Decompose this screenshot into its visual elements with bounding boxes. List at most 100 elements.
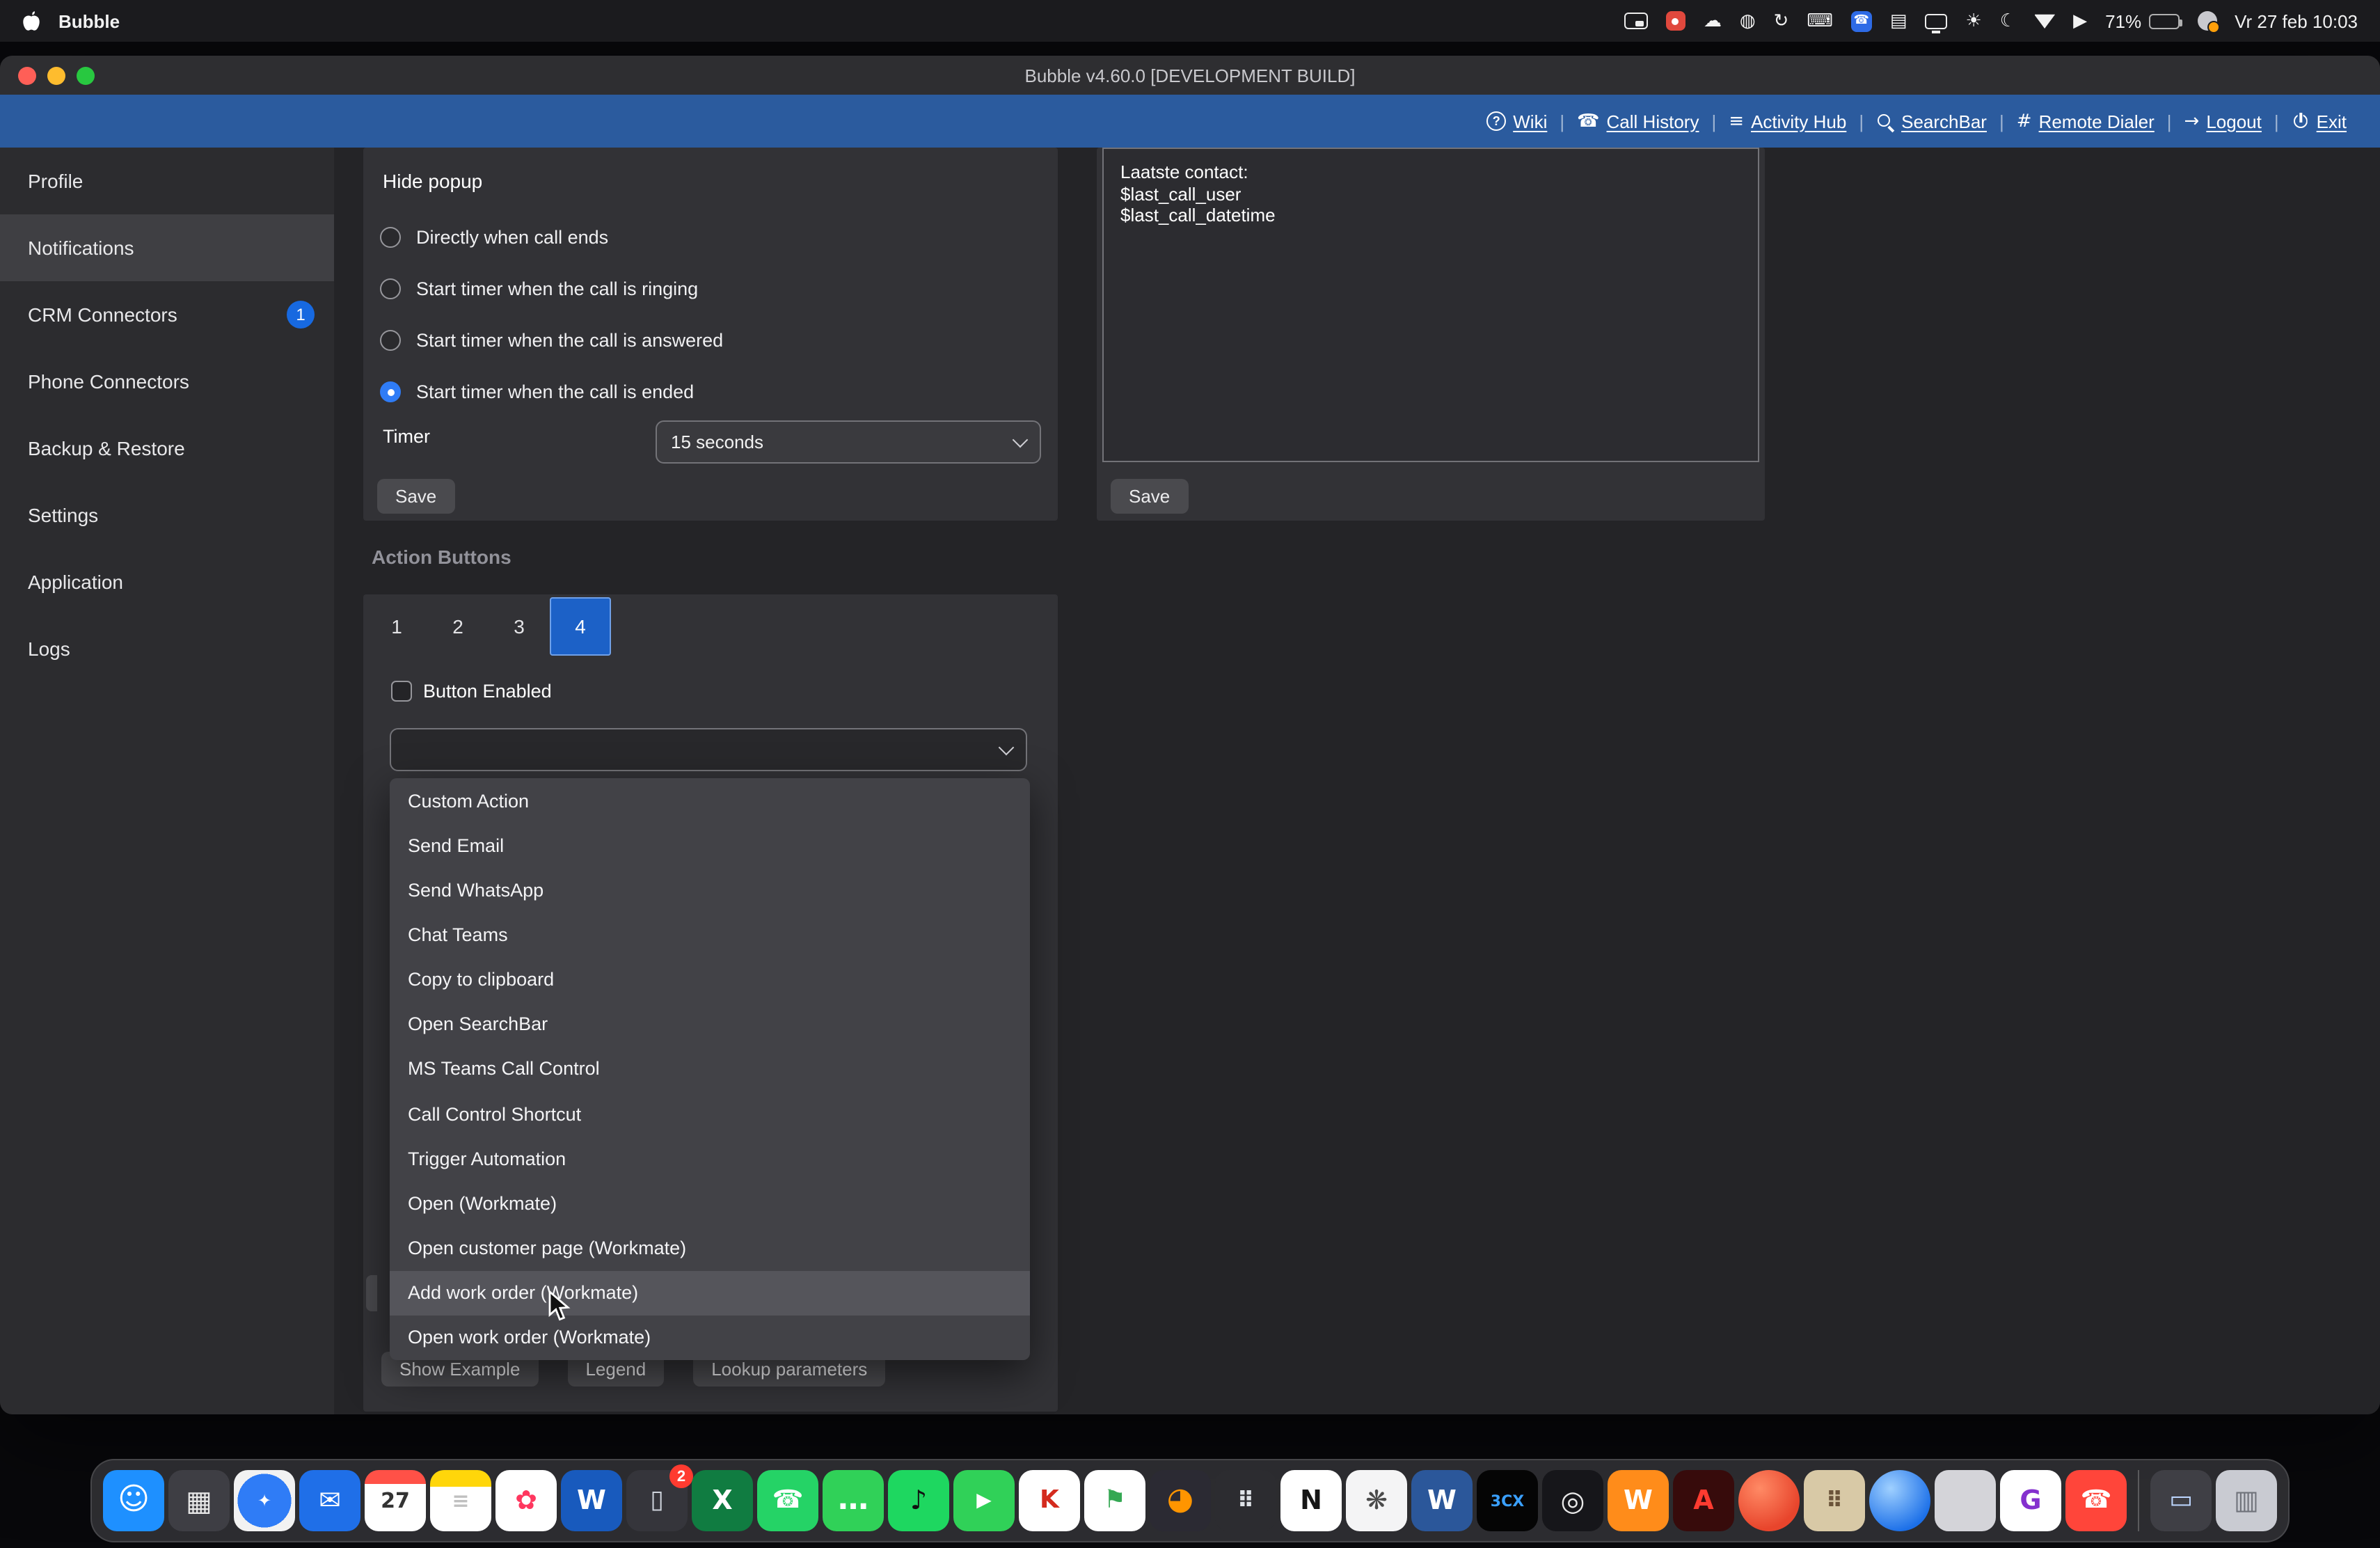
dropdown-menu-item[interactable]: Send WhatsApp [390, 868, 1030, 913]
contact-template-textarea[interactable]: Laatste contact:$last_call_user$last_cal… [1102, 148, 1759, 462]
dock-blank-tile[interactable] [1935, 1470, 1996, 1531]
sidebar-item-notifications[interactable]: Notifications [0, 214, 334, 281]
nav-call-history[interactable]: ☎ Call History [1577, 111, 1699, 132]
nav-activity-hub[interactable]: ≡ Activity Hub [1729, 111, 1846, 132]
keyboard-icon[interactable]: ⌨ [1807, 12, 1833, 30]
dropdown-menu-item[interactable]: MS Teams Call Control [390, 1047, 1030, 1091]
nav-wiki[interactable]: ? Wiki [1486, 111, 1547, 132]
dock-gemini[interactable]: G [2000, 1470, 2061, 1531]
brightness-icon[interactable]: ☀ [1965, 12, 1981, 30]
apple-menu-icon[interactable] [22, 10, 40, 32]
call-app-icon[interactable]: ☎ [1851, 10, 1872, 31]
display-icon[interactable] [1925, 13, 1947, 29]
dock-word-online[interactable]: W [1411, 1470, 1473, 1531]
dock-maps[interactable]: ⚑ [1084, 1470, 1145, 1531]
dock-firefox[interactable]: ◕ [1150, 1470, 1211, 1531]
dock-red-app[interactable] [1738, 1470, 1800, 1531]
onedrive-cloud-icon[interactable]: ☁ [1704, 12, 1722, 30]
sidebar-item-logs[interactable]: Logs [0, 615, 334, 682]
hide-popup-option[interactable]: Directly when call ends [380, 212, 723, 263]
dock-word[interactable]: W [561, 1470, 622, 1531]
dock-3cx[interactable]: 3CX [1477, 1470, 1538, 1531]
hide-popup-option[interactable]: Start timer when the call is ringing [380, 263, 723, 315]
now-playing-icon[interactable]: ▶ [2073, 12, 2087, 30]
sidebar-item-crm-connectors[interactable]: CRM Connectors 1 [0, 281, 334, 348]
sidebar-item-profile[interactable]: Profile [0, 148, 334, 214]
tab-4[interactable]: 4 [550, 597, 611, 656]
timer-select[interactable]: 15 seconds [656, 420, 1041, 464]
minimize-button[interactable] [47, 66, 65, 84]
dock-chatgpt[interactable]: ❋ [1346, 1470, 1407, 1531]
screen-mirroring-icon[interactable] [1624, 13, 1648, 29]
dock-finder[interactable]: ☺ [103, 1470, 164, 1531]
tab-1[interactable]: 1 [366, 597, 427, 656]
dropdown-menu-item[interactable]: Open work order (Workmate) [390, 1315, 1030, 1359]
dock-mail[interactable]: ✉ [299, 1470, 360, 1531]
hide-popup-option[interactable]: Start timer when the call is answered [380, 315, 723, 366]
dock-keypad[interactable]: ⠿ [1215, 1470, 1276, 1531]
wifi-icon[interactable] [2034, 13, 2055, 29]
button-enabled-row[interactable]: Button Enabled [391, 681, 552, 702]
action-type-select[interactable] [390, 728, 1027, 771]
dock-device-manager[interactable]: ▯ 2 [626, 1470, 688, 1531]
sidebar-item-application[interactable]: Application [0, 548, 334, 615]
contact-save-button[interactable]: Save [1111, 479, 1188, 514]
popup-save-button[interactable]: Save [377, 479, 454, 514]
dock-safari[interactable]: ✦ [234, 1470, 295, 1531]
dock-launchpad[interactable]: ▦ [168, 1470, 230, 1531]
dropdown-menu-item[interactable]: Custom Action [390, 778, 1030, 823]
menu-bar-clock[interactable]: Vr 27 feb 10:03 [2235, 10, 2358, 31]
nav-remote-dialer[interactable]: # Remote Dialer [2017, 111, 2155, 132]
dock-messages[interactable]: … [823, 1470, 884, 1531]
hide-popup-option[interactable]: Start timer when the call is ended [380, 366, 723, 418]
nav-searchbar[interactable]: SearchBar [1876, 111, 1987, 132]
recording-icon[interactable] [1666, 11, 1685, 31]
dock-phone-3cx[interactable]: ☎ [2065, 1470, 2127, 1531]
dropdown-menu-item[interactable]: Trigger Automation [390, 1136, 1030, 1180]
user-switch-icon[interactable] [2197, 11, 2216, 31]
dock-klikaanklikuit[interactable]: K [1019, 1470, 1080, 1531]
status-dot-icon[interactable]: ◍ [1740, 12, 1756, 30]
dropdown-menu-item[interactable]: Chat Teams [390, 913, 1030, 957]
zoom-button[interactable] [77, 66, 95, 84]
nav-logout[interactable]: → Logout [2184, 111, 2262, 132]
dropdown-menu-item[interactable]: Open (Workmate) [390, 1181, 1030, 1226]
dropdown-menu-item[interactable]: Open customer page (Workmate) [390, 1226, 1030, 1270]
focus-moon-icon[interactable]: ☾ [2000, 12, 2016, 30]
battery-indicator[interactable]: 71% [2105, 10, 2179, 31]
tab-3[interactable]: 3 [489, 597, 550, 656]
sync-icon[interactable]: ↻ [1774, 12, 1789, 30]
dock-workmate[interactable]: W [1608, 1470, 1669, 1531]
dropdown-menu-item[interactable]: Open SearchBar [390, 1002, 1030, 1046]
dock-notion[interactable]: N [1280, 1470, 1342, 1531]
dropdown-menu-item[interactable]: Send Email [390, 823, 1030, 867]
dock-spotify[interactable]: ♪ [888, 1470, 949, 1531]
dropdown-menu-item[interactable]: Add work order (Workmate) [390, 1270, 1030, 1315]
tab-2[interactable]: 2 [427, 597, 489, 656]
checkbox-icon[interactable] [391, 681, 412, 702]
sidebar-item-backup-restore[interactable]: Backup & Restore [0, 415, 334, 482]
sidebar-item-settings[interactable]: Settings [0, 482, 334, 548]
dock-excel[interactable]: X [692, 1470, 753, 1531]
dock-dialer-pad[interactable]: ⠿ [1804, 1470, 1865, 1531]
dock-screen-sharing[interactable]: ▭ [2150, 1470, 2212, 1531]
app-icon: ⠿ [1804, 1470, 1865, 1531]
dock-acrobat[interactable]: A [1673, 1470, 1734, 1531]
dock-trash[interactable]: ▥ [2216, 1470, 2277, 1531]
active-app-name[interactable]: Bubble [58, 10, 120, 31]
dropdown-menu-item[interactable]: Copy to clipboard [390, 957, 1030, 1002]
dropdown-menu-item[interactable]: Call Control Shortcut [390, 1091, 1030, 1136]
sidebar-item-phone-connectors[interactable]: Phone Connectors [0, 348, 334, 415]
close-button[interactable] [18, 66, 36, 84]
dock-calendar[interactable]: 27 [365, 1470, 426, 1531]
dock-facetime[interactable]: ▶ [953, 1470, 1015, 1531]
window-titlebar[interactable]: Bubble v4.60.0 [DEVELOPMENT BUILD] [0, 56, 2380, 95]
stage-manager-icon[interactable]: ▤ [1890, 12, 1907, 30]
dock-photos[interactable]: ✿ [495, 1470, 557, 1531]
dock-obs[interactable]: ◎ [1542, 1470, 1603, 1531]
partially-hidden-button[interactable] [366, 1275, 377, 1311]
nav-exit[interactable]: Exit [2292, 111, 2347, 132]
dock-notes[interactable]: ≡ [430, 1470, 491, 1531]
dock-whatsapp[interactable]: ☎ [757, 1470, 818, 1531]
dock-blue-sphere[interactable] [1869, 1470, 1930, 1531]
